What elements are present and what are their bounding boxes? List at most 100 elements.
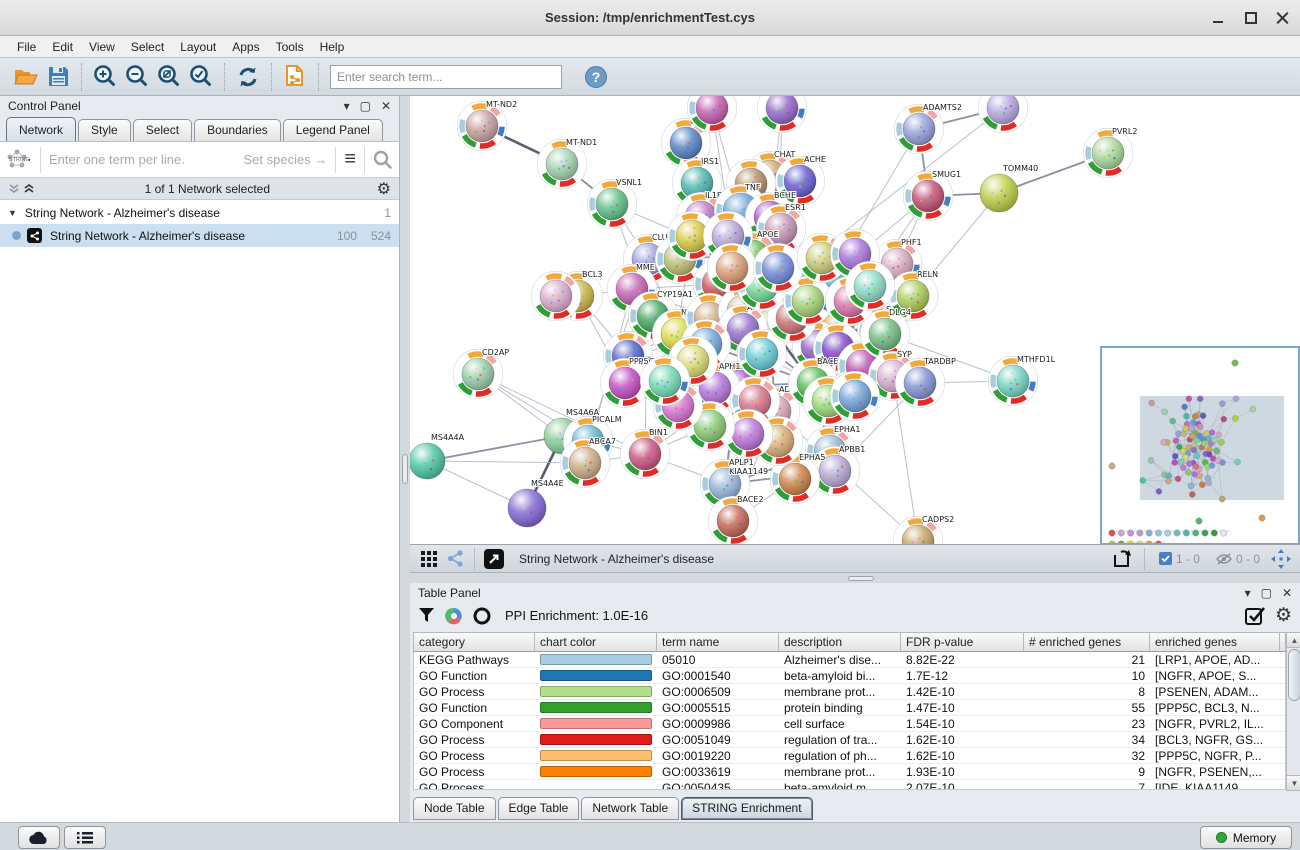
network-canvas[interactable]: MT-ND2MT-ND1VSNL1GAB2ADAMTS2PVRL2TOMM40S… bbox=[410, 96, 1300, 545]
save-session-button[interactable] bbox=[42, 62, 74, 92]
minimize-button[interactable] bbox=[1212, 11, 1226, 25]
column-header-term-name[interactable]: term name bbox=[657, 633, 779, 651]
menu-file[interactable]: File bbox=[10, 38, 43, 56]
network-node[interactable]: VSNL1 bbox=[588, 178, 643, 229]
network-node[interactable] bbox=[979, 96, 1028, 133]
network-node[interactable] bbox=[641, 357, 690, 406]
table-row[interactable]: GO ProcessGO:0050435beta-amyloid m...2.0… bbox=[414, 780, 1285, 790]
ring-chart-icon[interactable] bbox=[473, 607, 491, 625]
menu-select[interactable]: Select bbox=[124, 38, 171, 56]
table-row[interactable]: GO FunctionGO:0005515protein binding1.47… bbox=[414, 700, 1285, 716]
panel-menu-icon[interactable]: ▾ bbox=[1245, 586, 1251, 600]
cloud-tasks-button[interactable] bbox=[18, 826, 60, 849]
network-node[interactable] bbox=[708, 244, 757, 293]
export-network-button[interactable] bbox=[1108, 544, 1138, 574]
table-row[interactable]: GO ComponentGO:0009986cell surface1.54E-… bbox=[414, 716, 1285, 732]
birdseye-toggle-button[interactable] bbox=[1268, 544, 1294, 574]
zoom-fit-button[interactable] bbox=[153, 62, 185, 92]
column-header--enriched-genes[interactable]: # enriched genes bbox=[1024, 633, 1150, 651]
panel-menu-icon[interactable]: ▾ bbox=[344, 99, 350, 113]
column-header-description[interactable]: description bbox=[779, 633, 901, 651]
network-node[interactable] bbox=[758, 96, 807, 133]
network-node[interactable]: BACE2 bbox=[709, 495, 764, 545]
network-options-gear-icon[interactable]: ⚙ bbox=[377, 179, 391, 199]
refresh-button[interactable] bbox=[232, 62, 264, 92]
table-row[interactable]: GO ProcessGO:0033619membrane prot...1.93… bbox=[414, 764, 1285, 780]
network-node[interactable] bbox=[532, 272, 581, 321]
network-node[interactable]: BIN1 bbox=[621, 428, 670, 479]
task-history-button[interactable] bbox=[64, 826, 106, 849]
table-row[interactable]: GO ProcessGO:0051049regulation of tra...… bbox=[414, 732, 1285, 748]
tab-select[interactable]: Select bbox=[133, 119, 192, 141]
string-query-input[interactable]: Enter one term per line. bbox=[49, 152, 244, 167]
network-node[interactable]: MT-ND1 bbox=[538, 138, 598, 189]
open-in-browser-button[interactable] bbox=[481, 544, 507, 574]
close-button[interactable] bbox=[1276, 11, 1290, 25]
tab-network[interactable]: Network bbox=[6, 117, 76, 141]
zoom-out-button[interactable] bbox=[121, 62, 153, 92]
network-node[interactable]: ABCA7 bbox=[561, 437, 616, 488]
tab-node-table[interactable]: Node Table bbox=[413, 797, 496, 820]
species-hint[interactable]: Set species → bbox=[244, 152, 328, 167]
birds-eye-view[interactable] bbox=[1100, 346, 1300, 545]
table-row[interactable]: GO ProcessGO:0019220regulation of ph...1… bbox=[414, 748, 1285, 764]
zoom-in-button[interactable] bbox=[89, 62, 121, 92]
column-header-enriched-genes[interactable]: enriched genes bbox=[1150, 633, 1280, 651]
menu-layout[interactable]: Layout bbox=[173, 38, 223, 56]
column-header-category[interactable]: category bbox=[414, 633, 535, 651]
table-divider[interactable] bbox=[410, 573, 1300, 583]
tab-legend-panel[interactable]: Legend Panel bbox=[283, 119, 383, 141]
tab-string-enrichment[interactable]: STRING Enrichment bbox=[681, 797, 812, 820]
panel-divider[interactable] bbox=[400, 96, 410, 822]
grid-mode-button[interactable] bbox=[416, 544, 442, 574]
tab-boundaries[interactable]: Boundaries bbox=[194, 119, 281, 141]
close-panel-icon[interactable]: ✕ bbox=[381, 99, 391, 113]
zoom-selected-button[interactable] bbox=[185, 62, 217, 92]
tab-edge-table[interactable]: Edge Table bbox=[498, 797, 580, 820]
network-node[interactable] bbox=[754, 244, 803, 293]
tab-network-table[interactable]: Network Table bbox=[581, 797, 679, 820]
scroll-down-arrow[interactable]: ▼ bbox=[1287, 775, 1300, 790]
network-node[interactable]: PVRL2 bbox=[1084, 127, 1138, 178]
menu-help[interactable]: Help bbox=[313, 38, 352, 56]
table-scrollbar[interactable]: ▲ ▼ bbox=[1286, 632, 1300, 791]
memory-button[interactable]: Memory bbox=[1200, 826, 1292, 849]
select-columns-icon[interactable] bbox=[1245, 606, 1265, 626]
network-node[interactable]: CADPS2 bbox=[894, 515, 955, 545]
table-row[interactable]: GO ProcessGO:0006509membrane prot...1.42… bbox=[414, 684, 1285, 700]
divider-grip[interactable] bbox=[848, 576, 874, 581]
string-options-icon[interactable]: ≡ bbox=[344, 148, 356, 171]
divider-grip[interactable] bbox=[402, 454, 408, 484]
network-node[interactable]: MS4A4E bbox=[508, 479, 564, 527]
network-node[interactable] bbox=[846, 262, 895, 311]
table-row[interactable]: KEGG Pathways05010Alzheimer's dise...8.8… bbox=[414, 652, 1285, 668]
table-settings-gear-icon[interactable]: ⚙ bbox=[1275, 604, 1292, 627]
scroll-thumb[interactable] bbox=[1288, 649, 1300, 701]
menu-tools[interactable]: Tools bbox=[269, 38, 311, 56]
float-panel-icon[interactable]: ▢ bbox=[1261, 586, 1272, 600]
float-panel-icon[interactable]: ▢ bbox=[360, 99, 371, 113]
network-node[interactable]: MTHFD1L bbox=[989, 355, 1056, 406]
open-session-button[interactable] bbox=[10, 62, 42, 92]
menu-apps[interactable]: Apps bbox=[225, 38, 266, 56]
network-node[interactable] bbox=[831, 372, 880, 421]
collapse-expand-icons[interactable] bbox=[8, 183, 38, 195]
scroll-up-arrow[interactable]: ▲ bbox=[1287, 633, 1300, 648]
search-input[interactable]: Enter search term... bbox=[330, 65, 562, 89]
help-button[interactable]: ? bbox=[580, 62, 612, 92]
import-network-button[interactable] bbox=[279, 62, 311, 92]
string-share-button[interactable] bbox=[442, 544, 468, 574]
network-node[interactable]: ADAMTS2 bbox=[895, 103, 962, 154]
network-collection-row[interactable]: ▼ String Network - Alzheimer's disease 1 bbox=[0, 201, 399, 224]
network-node[interactable]: MT-ND2 bbox=[458, 100, 518, 151]
chart-donut-icon[interactable] bbox=[445, 607, 463, 625]
filter-icon[interactable] bbox=[418, 607, 435, 624]
column-header-FDR-p-value[interactable]: FDR p-value bbox=[901, 633, 1024, 651]
table-row[interactable]: GO FunctionGO:0001540beta-amyloid bi...1… bbox=[414, 668, 1285, 684]
close-panel-icon[interactable]: ✕ bbox=[1282, 586, 1292, 600]
network-row[interactable]: String Network - Alzheimer's disease 100… bbox=[0, 224, 399, 247]
collapse-arrow-icon[interactable]: ▼ bbox=[8, 208, 17, 218]
network-node[interactable]: TOMM40 bbox=[980, 164, 1038, 212]
string-logo-icon[interactable]: STRING bbox=[6, 148, 32, 172]
menu-edit[interactable]: Edit bbox=[45, 38, 80, 56]
